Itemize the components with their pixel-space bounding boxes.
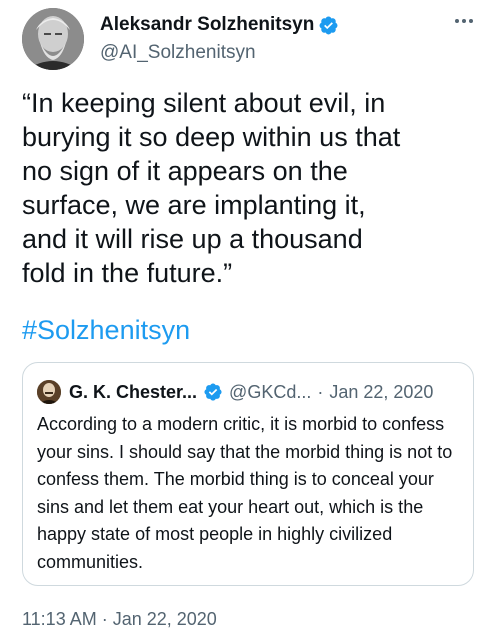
tweet-text: “In keeping silent about evil, in buryin… bbox=[22, 88, 401, 288]
quoted-tweet[interactable]: G. K. Chester... @GKCd... · Jan 22, 2020… bbox=[22, 362, 474, 586]
author-handle[interactable]: @AI_Solzhenitsyn bbox=[100, 42, 339, 64]
quoted-author-handle[interactable]: @GKCd... bbox=[229, 382, 311, 403]
quoted-tweet-text: According to a modern critic, it is morb… bbox=[37, 414, 453, 572]
verified-badge-icon bbox=[204, 383, 222, 401]
author-names: Aleksandr Solzhenitsyn @AI_Solzhenitsyn bbox=[100, 12, 339, 64]
verified-badge-icon bbox=[319, 16, 338, 34]
quoted-tweet-date[interactable]: Jan 22, 2020 bbox=[329, 382, 433, 403]
hashtag-link[interactable]: #Solzhenitsyn bbox=[22, 313, 190, 347]
tweet-header: Aleksandr Solzhenitsyn @AI_Solzhenitsyn bbox=[22, 8, 478, 70]
more-options-icon[interactable] bbox=[450, 10, 478, 32]
author-display-name[interactable]: Aleksandr Solzhenitsyn bbox=[100, 14, 314, 36]
separator-dot: · bbox=[317, 381, 324, 402]
quoted-tweet-header: G. K. Chester... @GKCd... · Jan 22, 2020 bbox=[37, 379, 433, 405]
author-avatar[interactable] bbox=[22, 8, 84, 70]
tweet-timestamp[interactable]: 11:13 AM · Jan 22, 2020 bbox=[22, 609, 217, 630]
quoted-author-avatar[interactable] bbox=[37, 380, 61, 404]
quoted-author-name[interactable]: G. K. Chester... bbox=[69, 382, 197, 403]
